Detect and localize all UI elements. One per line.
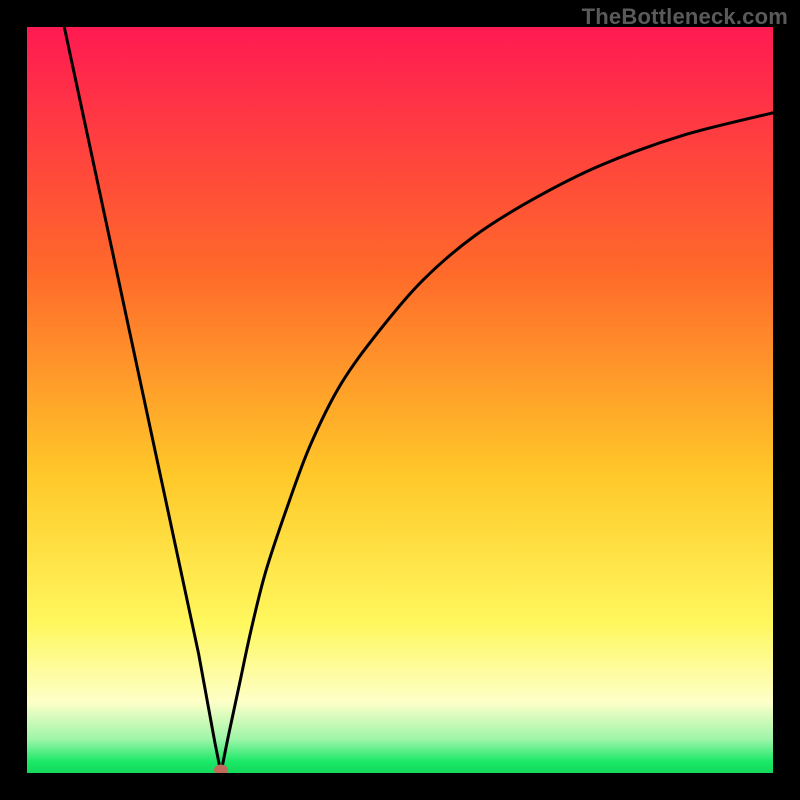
plot-frame <box>27 27 773 773</box>
bottleneck-chart <box>27 27 773 773</box>
gradient-background <box>27 27 773 773</box>
watermark-text: TheBottleneck.com <box>582 4 788 30</box>
